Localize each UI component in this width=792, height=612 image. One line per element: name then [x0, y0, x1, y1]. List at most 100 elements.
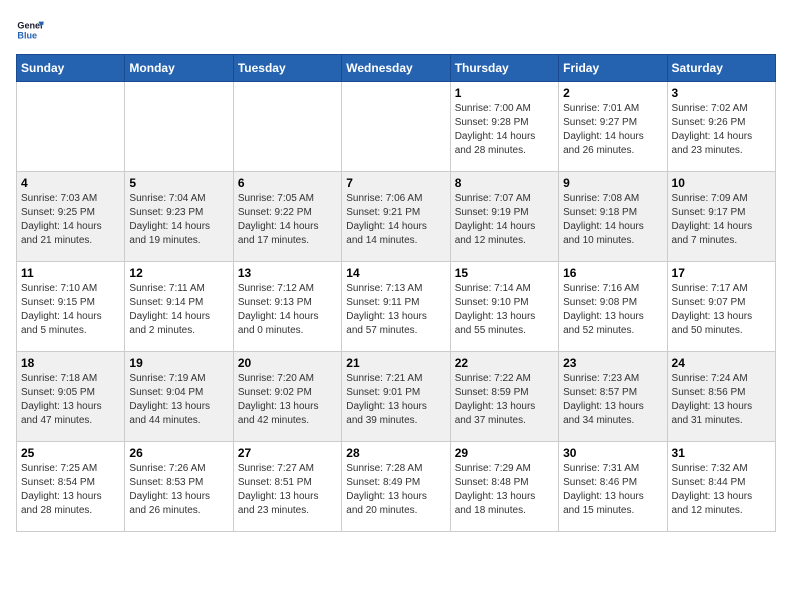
day-number: 10 [672, 176, 771, 190]
day-info: Sunrise: 7:22 AM Sunset: 8:59 PM Dayligh… [455, 372, 554, 428]
calendar-cell: 18Sunrise: 7:18 AM Sunset: 9:05 PM Dayli… [17, 352, 125, 442]
day-info: Sunrise: 7:00 AM Sunset: 9:28 PM Dayligh… [455, 102, 554, 158]
day-info: Sunrise: 7:25 AM Sunset: 8:54 PM Dayligh… [21, 462, 120, 518]
weekday-header: Monday [125, 55, 233, 82]
calendar-cell: 31 Sunrise: 7:32 AM Sunset: 8:44 PM Dayli… [667, 442, 775, 532]
calendar-cell: 8Sunrise: 7:07 AM Sunset: 9:19 PM Daylig… [450, 172, 558, 262]
day-info: Sunrise: 7:21 AM Sunset: 9:01 PM Dayligh… [346, 372, 445, 428]
weekday-header: Friday [559, 55, 667, 82]
day-info: Sunrise: 7:31 AM Sunset: 8:46 PM Dayligh… [563, 462, 662, 518]
calendar-cell [233, 82, 341, 172]
day-number: 28 [346, 446, 445, 460]
day-info: Sunrise: 7:11 AM Sunset: 9:14 PM Dayligh… [129, 282, 228, 338]
day-number: 24 [672, 356, 771, 370]
calendar-cell: 19 Sunrise: 7:19 AM Sunset: 9:04 PM Dayli… [125, 352, 233, 442]
calendar-cell: 17 Sunrise: 7:17 AM Sunset: 9:07 PM Dayli… [667, 262, 775, 352]
weekday-header: Saturday [667, 55, 775, 82]
svg-text:Blue: Blue [17, 30, 37, 40]
calendar-cell: 21 Sunrise: 7:21 AM Sunset: 9:01 PM Dayli… [342, 352, 450, 442]
day-number: 5 [129, 176, 228, 190]
day-info: Sunrise: 7:07 AM Sunset: 9:19 PM Dayligh… [455, 192, 554, 248]
day-info: Sunrise: 7:14 AM Sunset: 9:10 PM Dayligh… [455, 282, 554, 338]
weekday-header: Wednesday [342, 55, 450, 82]
day-info: Sunrise: 7:01 AM Sunset: 9:27 PM Dayligh… [563, 102, 662, 158]
calendar-table: SundayMondayTuesdayWednesdayThursdayFrid… [16, 54, 776, 532]
day-number: 13 [238, 266, 337, 280]
day-info: Sunrise: 7:32 AM Sunset: 8:44 PM Dayligh… [672, 462, 771, 518]
day-info: Sunrise: 7:19 AM Sunset: 9:04 PM Dayligh… [129, 372, 228, 428]
calendar-cell: 2 Sunrise: 7:01 AM Sunset: 9:27 PM Daylig… [559, 82, 667, 172]
calendar-cell: 27Sunrise: 7:27 AM Sunset: 8:51 PM Dayli… [233, 442, 341, 532]
calendar-cell: 12 Sunrise: 7:11 AM Sunset: 9:14 PM Dayli… [125, 262, 233, 352]
day-info: Sunrise: 7:02 AM Sunset: 9:26 PM Dayligh… [672, 102, 771, 158]
day-number: 2 [563, 86, 662, 100]
calendar-cell: 7 Sunrise: 7:06 AM Sunset: 9:21 PM Daylig… [342, 172, 450, 262]
calendar-cell: 16 Sunrise: 7:16 AM Sunset: 9:08 PM Dayli… [559, 262, 667, 352]
day-number: 29 [455, 446, 554, 460]
day-info: Sunrise: 7:03 AM Sunset: 9:25 PM Dayligh… [21, 192, 120, 248]
day-info: Sunrise: 7:08 AM Sunset: 9:18 PM Dayligh… [563, 192, 662, 248]
day-info: Sunrise: 7:13 AM Sunset: 9:11 PM Dayligh… [346, 282, 445, 338]
calendar-cell: 29Sunrise: 7:29 AM Sunset: 8:48 PM Dayli… [450, 442, 558, 532]
calendar-cell [17, 82, 125, 172]
calendar-cell: 28 Sunrise: 7:28 AM Sunset: 8:49 PM Dayli… [342, 442, 450, 532]
calendar-cell [342, 82, 450, 172]
day-number: 17 [672, 266, 771, 280]
calendar-cell: 13Sunrise: 7:12 AM Sunset: 9:13 PM Dayli… [233, 262, 341, 352]
calendar-cell: 9 Sunrise: 7:08 AM Sunset: 9:18 PM Daylig… [559, 172, 667, 262]
calendar-cell: 10 Sunrise: 7:09 AM Sunset: 9:17 PM Dayli… [667, 172, 775, 262]
day-info: Sunrise: 7:16 AM Sunset: 9:08 PM Dayligh… [563, 282, 662, 338]
day-number: 14 [346, 266, 445, 280]
calendar-cell: 25 Sunrise: 7:25 AM Sunset: 8:54 PM Dayli… [17, 442, 125, 532]
day-number: 26 [129, 446, 228, 460]
day-number: 11 [21, 266, 120, 280]
day-number: 4 [21, 176, 120, 190]
day-number: 6 [238, 176, 337, 190]
day-info: Sunrise: 7:27 AM Sunset: 8:51 PM Dayligh… [238, 462, 337, 518]
day-number: 31 [672, 446, 771, 460]
page-header: General Blue [16, 16, 776, 44]
calendar-cell: 20 Sunrise: 7:20 AM Sunset: 9:02 PM Dayli… [233, 352, 341, 442]
day-number: 22 [455, 356, 554, 370]
calendar-cell: 15 Sunrise: 7:14 AM Sunset: 9:10 PM Dayli… [450, 262, 558, 352]
day-info: Sunrise: 7:06 AM Sunset: 9:21 PM Dayligh… [346, 192, 445, 248]
calendar-header: SundayMondayTuesdayWednesdayThursdayFrid… [17, 55, 776, 82]
weekday-header: Sunday [17, 55, 125, 82]
day-number: 25 [21, 446, 120, 460]
calendar-cell: 3Sunrise: 7:02 AM Sunset: 9:26 PM Daylig… [667, 82, 775, 172]
day-number: 19 [129, 356, 228, 370]
calendar-cell: 24 Sunrise: 7:24 AM Sunset: 8:56 PM Dayli… [667, 352, 775, 442]
day-info: Sunrise: 7:26 AM Sunset: 8:53 PM Dayligh… [129, 462, 228, 518]
calendar-cell: 6 Sunrise: 7:05 AM Sunset: 9:22 PM Daylig… [233, 172, 341, 262]
day-number: 7 [346, 176, 445, 190]
day-number: 21 [346, 356, 445, 370]
day-number: 1 [455, 86, 554, 100]
day-info: Sunrise: 7:05 AM Sunset: 9:22 PM Dayligh… [238, 192, 337, 248]
calendar-cell [125, 82, 233, 172]
calendar-cell: 1 Sunrise: 7:00 AM Sunset: 9:28 PM Daylig… [450, 82, 558, 172]
day-info: Sunrise: 7:17 AM Sunset: 9:07 PM Dayligh… [672, 282, 771, 338]
day-info: Sunrise: 7:28 AM Sunset: 8:49 PM Dayligh… [346, 462, 445, 518]
calendar-cell: 26 Sunrise: 7:26 AM Sunset: 8:53 PM Dayli… [125, 442, 233, 532]
logo-icon: General Blue [16, 16, 44, 44]
day-number: 16 [563, 266, 662, 280]
calendar-cell: 5 Sunrise: 7:04 AM Sunset: 9:23 PM Daylig… [125, 172, 233, 262]
calendar-body: 1 Sunrise: 7:00 AM Sunset: 9:28 PM Daylig… [17, 82, 776, 532]
calendar-cell: 30 Sunrise: 7:31 AM Sunset: 8:46 PM Dayli… [559, 442, 667, 532]
day-info: Sunrise: 7:09 AM Sunset: 9:17 PM Dayligh… [672, 192, 771, 248]
day-number: 20 [238, 356, 337, 370]
day-number: 30 [563, 446, 662, 460]
weekday-header: Tuesday [233, 55, 341, 82]
day-info: Sunrise: 7:24 AM Sunset: 8:56 PM Dayligh… [672, 372, 771, 428]
day-number: 15 [455, 266, 554, 280]
day-info: Sunrise: 7:18 AM Sunset: 9:05 PM Dayligh… [21, 372, 120, 428]
calendar-cell: 4 Sunrise: 7:03 AM Sunset: 9:25 PM Daylig… [17, 172, 125, 262]
day-number: 12 [129, 266, 228, 280]
day-info: Sunrise: 7:10 AM Sunset: 9:15 PM Dayligh… [21, 282, 120, 338]
calendar-cell: 14 Sunrise: 7:13 AM Sunset: 9:11 PM Dayli… [342, 262, 450, 352]
day-number: 9 [563, 176, 662, 190]
day-info: Sunrise: 7:20 AM Sunset: 9:02 PM Dayligh… [238, 372, 337, 428]
day-info: Sunrise: 7:04 AM Sunset: 9:23 PM Dayligh… [129, 192, 228, 248]
logo: General Blue [16, 16, 46, 44]
day-info: Sunrise: 7:23 AM Sunset: 8:57 PM Dayligh… [563, 372, 662, 428]
